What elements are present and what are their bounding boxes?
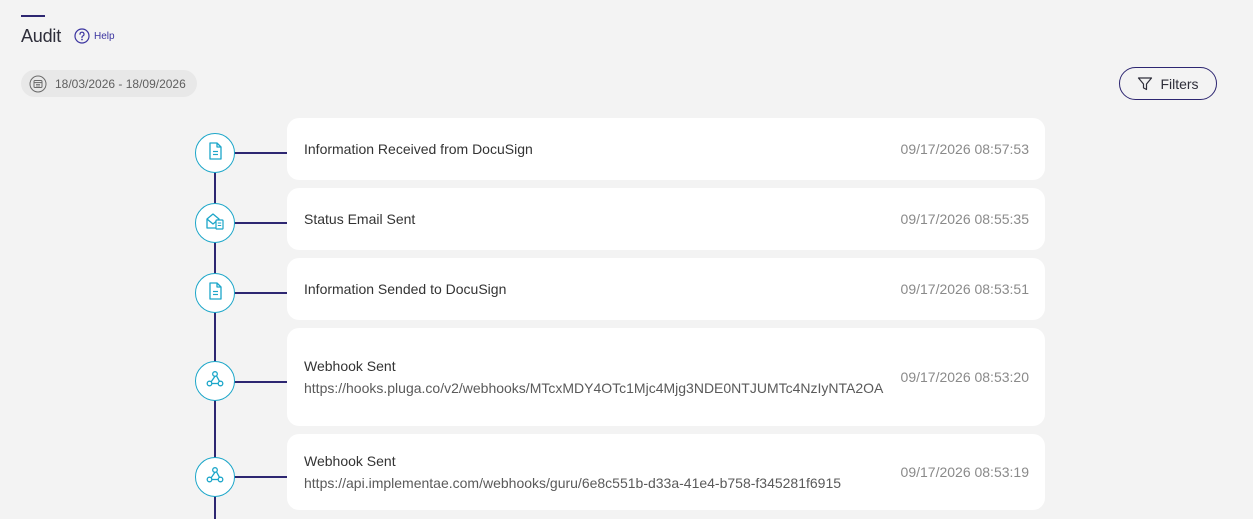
audit-event-card[interactable]: Information Sended to DocuSign 09/17/202… bbox=[287, 258, 1045, 320]
event-timestamp: 09/17/2026 08:57:53 bbox=[900, 141, 1029, 157]
calendar-icon bbox=[29, 75, 47, 93]
event-title: Webhook Sent bbox=[304, 358, 396, 374]
email-document-icon bbox=[204, 210, 226, 237]
title-accent-bar bbox=[21, 15, 45, 17]
help-link[interactable]: Help bbox=[74, 28, 115, 44]
document-icon bbox=[204, 280, 226, 307]
help-icon bbox=[74, 28, 90, 44]
document-icon bbox=[204, 140, 226, 167]
timeline-connector bbox=[234, 381, 287, 383]
event-title: Webhook Sent bbox=[304, 453, 396, 469]
event-timestamp: 09/17/2026 08:53:20 bbox=[900, 369, 1029, 385]
filter-icon bbox=[1137, 76, 1153, 92]
date-range-text: 18/03/2026 - 18/09/2026 bbox=[55, 76, 186, 91]
event-title: Status Email Sent bbox=[304, 211, 416, 227]
date-range-picker[interactable]: 18/03/2026 - 18/09/2026 bbox=[21, 70, 197, 97]
timeline-node bbox=[195, 203, 235, 243]
timeline-connector bbox=[234, 152, 287, 154]
timeline-node bbox=[195, 457, 235, 497]
audit-event-card[interactable]: Webhook Sent https://api.implementae.com… bbox=[287, 434, 1045, 510]
timeline-node bbox=[195, 361, 235, 401]
webhook-icon bbox=[204, 368, 226, 395]
timeline-node bbox=[195, 273, 235, 313]
audit-page: Audit Help 18/03/2026 - 18/09/2026 Filte… bbox=[0, 0, 1253, 519]
help-label: Help bbox=[94, 30, 115, 42]
event-detail-url: https://api.implementae.com/webhooks/gur… bbox=[304, 475, 842, 491]
audit-event-card[interactable]: Webhook Sent https://hooks.pluga.co/v2/w… bbox=[287, 328, 1045, 426]
audit-event-card[interactable]: Information Received from DocuSign 09/17… bbox=[287, 118, 1045, 180]
event-timestamp: 09/17/2026 08:53:19 bbox=[900, 464, 1029, 480]
timeline-node bbox=[195, 133, 235, 173]
event-timestamp: 09/17/2026 08:53:51 bbox=[900, 281, 1029, 297]
audit-event-card[interactable]: Status Email Sent 09/17/2026 08:55:35 bbox=[287, 188, 1045, 250]
event-title: Information Sended to DocuSign bbox=[304, 281, 507, 297]
event-title: Information Received from DocuSign bbox=[304, 141, 533, 157]
timeline-connector bbox=[234, 222, 287, 224]
timeline-connector bbox=[234, 292, 287, 294]
webhook-icon bbox=[204, 464, 226, 491]
filters-button[interactable]: Filters bbox=[1119, 67, 1217, 100]
event-detail-url: https://hooks.pluga.co/v2/webhooks/MTcxM… bbox=[304, 380, 884, 396]
timeline-connector bbox=[234, 476, 287, 478]
event-timestamp: 09/17/2026 08:55:35 bbox=[900, 211, 1029, 227]
page-title: Audit bbox=[21, 26, 62, 46]
filters-label: Filters bbox=[1160, 75, 1199, 92]
